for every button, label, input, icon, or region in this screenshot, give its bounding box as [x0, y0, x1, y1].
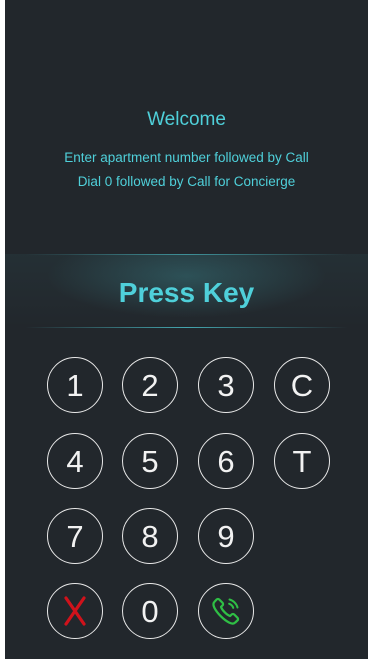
- key-3[interactable]: 3: [198, 357, 254, 413]
- key-6[interactable]: 6: [198, 433, 254, 489]
- call-button[interactable]: [198, 583, 254, 639]
- key-7[interactable]: 7: [47, 508, 103, 564]
- keypad: 1 2 3 C 4 5 6 T 7 8 9 0: [5, 0, 368, 659]
- intercom-screen: Welcome Enter apartment number followed …: [5, 0, 368, 659]
- cancel-button[interactable]: [47, 583, 103, 639]
- key-5[interactable]: 5: [122, 433, 178, 489]
- x-icon: [63, 596, 87, 626]
- key-4[interactable]: 4: [47, 433, 103, 489]
- key-1[interactable]: 1: [47, 357, 103, 413]
- key-8[interactable]: 8: [122, 508, 178, 564]
- key-clear[interactable]: C: [274, 357, 330, 413]
- key-0[interactable]: 0: [122, 583, 178, 639]
- key-9[interactable]: 9: [198, 508, 254, 564]
- key-t[interactable]: T: [274, 433, 330, 489]
- phone-icon: [211, 596, 241, 626]
- key-2[interactable]: 2: [122, 357, 178, 413]
